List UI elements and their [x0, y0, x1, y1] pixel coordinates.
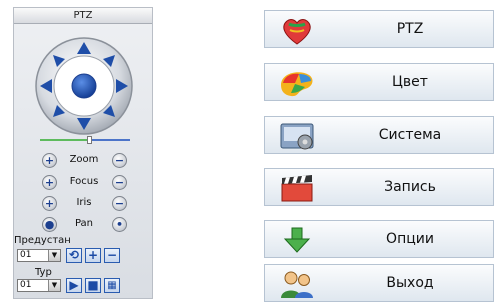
ptz-center-button[interactable] — [71, 73, 97, 99]
menu-item-record[interactable]: Запись — [264, 168, 494, 206]
pan-label: Pan — [74, 218, 94, 229]
tour-grid-button[interactable]: ▦ — [104, 278, 120, 293]
menu-item-label: PTZ — [396, 21, 424, 37]
minus-icon: − — [106, 248, 118, 262]
color-palette-icon — [281, 72, 313, 97]
tour-select[interactable]: 01 ▼ — [17, 279, 61, 292]
menu-item-ptz[interactable]: PTZ — [264, 10, 494, 48]
menu-item-label: Выход — [386, 275, 434, 291]
pan-start-button[interactable]: ● — [42, 217, 57, 232]
grid-icon: ▦ — [107, 280, 117, 291]
chevron-down-icon: ▼ — [48, 250, 60, 261]
slider-track-left — [40, 139, 90, 141]
zoom-out-button[interactable]: − — [112, 153, 127, 168]
pan-stop-button[interactable]: • — [112, 217, 127, 232]
preset-add-button[interactable]: + — [85, 248, 101, 263]
system-gear-icon — [280, 123, 314, 150]
menu-item-system[interactable]: Система — [264, 116, 494, 154]
tour-label: Typ — [35, 267, 52, 278]
menu-item-options[interactable]: Опции — [264, 220, 494, 258]
users-icon — [281, 271, 313, 298]
menu-item-label: Система — [378, 127, 442, 143]
heart-icon — [283, 19, 311, 45]
cycle-icon: ⟲ — [68, 248, 80, 262]
preset-select-value: 01 — [20, 250, 32, 260]
pan-control: ● Pan • — [42, 217, 132, 233]
stop-icon: ■ — [87, 278, 99, 292]
focus-in-button[interactable]: + — [42, 175, 57, 190]
menu-item-label: Цвет — [392, 74, 428, 90]
menu-item-label: Запись — [384, 179, 436, 195]
tour-select-value: 01 — [20, 280, 32, 290]
preset-cycle-button[interactable]: ⟲ — [66, 248, 82, 263]
preset-label: Предустано — [14, 235, 70, 246]
plus-icon: + — [87, 248, 99, 262]
tour-play-button[interactable]: ▶ — [66, 278, 82, 293]
zoom-label: Zoom — [69, 154, 99, 165]
menu-item-color[interactable]: Цвет — [264, 63, 494, 101]
menu-item-label: Опции — [386, 231, 434, 247]
clapperboard-icon — [281, 175, 313, 202]
ptz-panel: PTZ + Zoom − + Focus − + Iris − ● Pan • … — [13, 7, 153, 299]
focus-label: Focus — [69, 176, 99, 187]
slider-thumb[interactable] — [87, 136, 92, 144]
iris-label: Iris — [76, 197, 92, 208]
chevron-down-icon: ▼ — [48, 280, 60, 291]
iris-open-button[interactable]: + — [42, 196, 57, 211]
iris-control: + Iris − — [42, 196, 132, 212]
slider-track-right — [90, 139, 130, 141]
ptz-panel-title: PTZ — [14, 8, 152, 24]
menu-item-exit[interactable]: Выход — [264, 264, 494, 302]
zoom-in-button[interactable]: + — [42, 153, 57, 168]
preset-select[interactable]: 01 ▼ — [17, 249, 61, 262]
focus-control: + Focus − — [42, 175, 132, 191]
preset-remove-button[interactable]: − — [104, 248, 120, 263]
play-icon: ▶ — [69, 278, 79, 292]
ptz-joystick[interactable] — [34, 36, 134, 136]
iris-close-button[interactable]: − — [112, 196, 127, 211]
download-arrow-icon — [283, 227, 311, 253]
focus-out-button[interactable]: − — [112, 175, 127, 190]
tour-stop-button[interactable]: ■ — [85, 278, 101, 293]
ptz-speed-slider[interactable] — [40, 136, 130, 144]
zoom-control: + Zoom − — [42, 153, 132, 169]
